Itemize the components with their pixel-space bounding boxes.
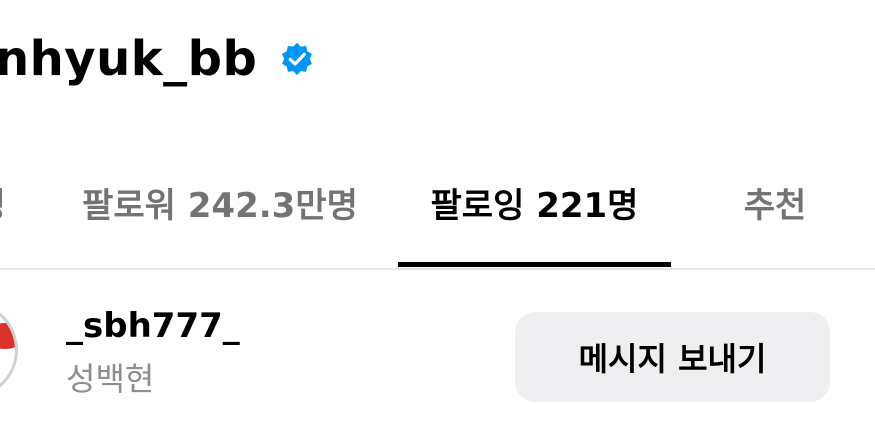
avatar[interactable] xyxy=(0,302,18,398)
tab-suggested[interactable]: 추천 xyxy=(715,160,835,244)
tab-followers[interactable]: 팔로워 242.3만명 xyxy=(70,160,370,244)
tabs-divider xyxy=(0,268,875,270)
follow-tabs: 명 팔로워 242.3만명 팔로잉 221명 추천 xyxy=(0,160,875,270)
profile-header: inhyuk_bb xyxy=(0,24,315,94)
profile-username: inhyuk_bb xyxy=(0,31,258,87)
tab-mutual-partial[interactable]: 명 xyxy=(0,160,20,244)
user-handle[interactable]: _sbh777_ xyxy=(66,306,240,346)
tab-following[interactable]: 팔로잉 221명 xyxy=(398,160,671,244)
user-full-name: 성백현 xyxy=(66,360,155,398)
active-tab-indicator xyxy=(398,262,671,267)
send-message-button[interactable]: 메시지 보내기 xyxy=(515,312,830,402)
following-list-screen: inhyuk_bb 명 팔로워 242.3만명 팔로잉 221명 추천 _sbh… xyxy=(0,0,875,423)
verified-badge-icon xyxy=(279,41,315,77)
avatar-image xyxy=(0,323,15,349)
list-item[interactable]: _sbh777_ 성백현 메시지 보내기 xyxy=(0,292,875,412)
